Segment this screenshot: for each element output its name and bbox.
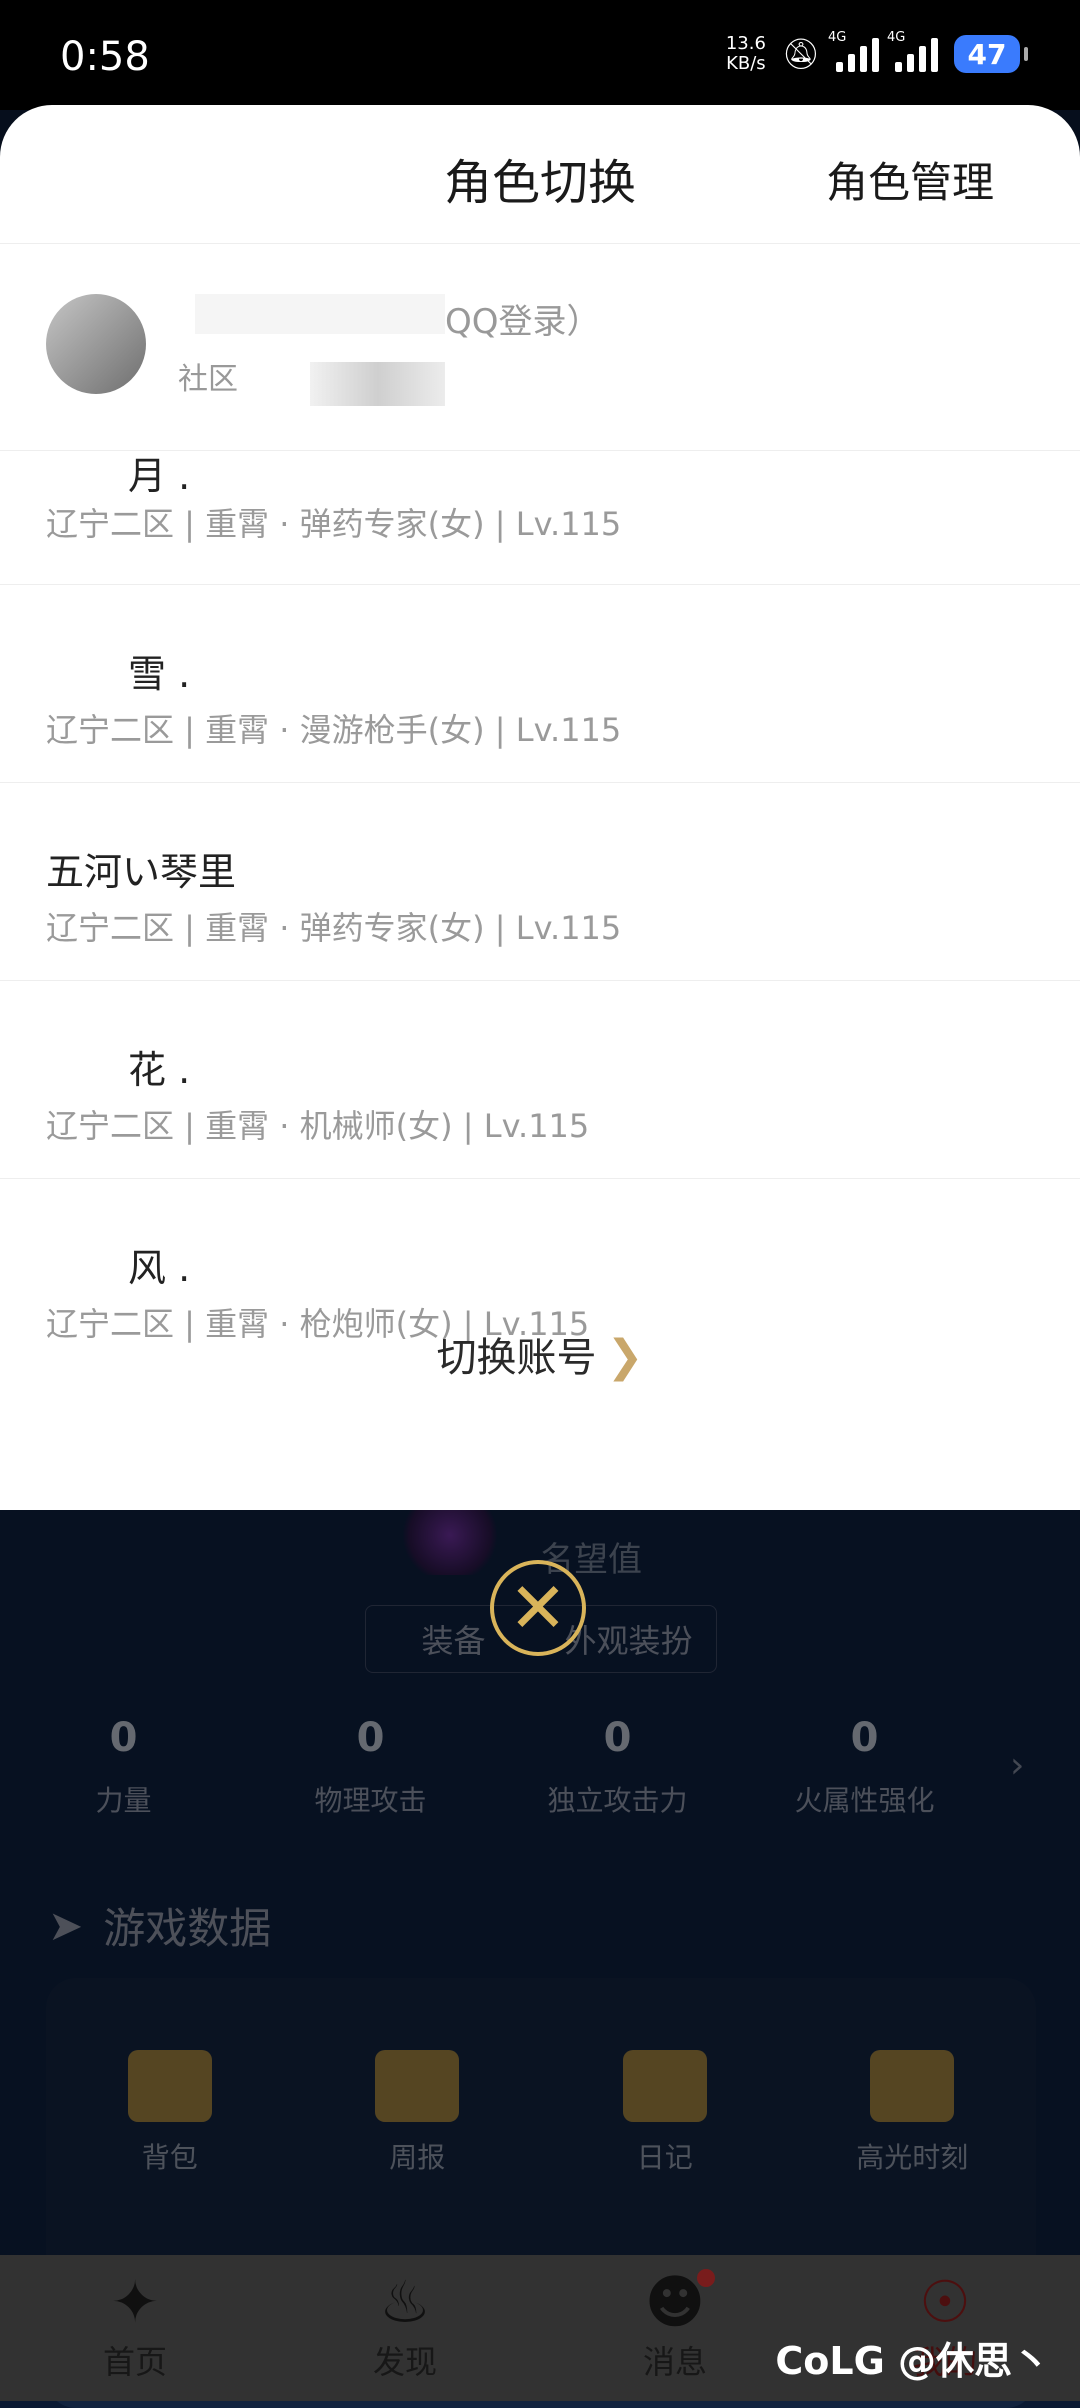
close-icon: ✕ <box>508 1567 568 1649</box>
watermark: CoLG @休思丶 <box>775 2339 1050 2383</box>
clock: 0:58 <box>60 34 150 80</box>
role-item[interactable]: 五河い琴里 辽宁二区 | 重霄 · 弹药专家(女) | Lv.115 <box>0 783 1080 981</box>
role-item[interactable]: 雪 . 辽宁二区 | 重霄 · 漫游枪手(女) | Lv.115 <box>0 585 1080 783</box>
account-sub: 社区 <box>178 362 238 397</box>
close-button[interactable]: ✕ <box>490 1560 586 1656</box>
signal-icon-2: 4G <box>887 30 938 72</box>
chevron-right-icon: ❯ <box>606 1331 644 1382</box>
role-switch-sheet: 角色切换 角色管理 QQ登录） 社区 月 . 辽宁二区 | 重霄 · 弹药专家(… <box>0 105 1080 1510</box>
signal-icon: 4G <box>828 30 879 72</box>
battery-icon: 47 <box>954 35 1028 73</box>
status-bar: 0:58 13.6 KB/s 🔕︎ 4G 4G 47 <box>0 0 1080 110</box>
role-list: 月 . 辽宁二区 | 重霄 · 弹药专家(女) | Lv.115 雪 . 辽宁二… <box>0 451 1080 1343</box>
status-icons: 13.6 KB/s 🔕︎ 4G 4G 47 <box>725 30 1028 74</box>
redacted-id <box>310 362 445 406</box>
redacted-name <box>195 294 445 334</box>
account-login-type: QQ登录） <box>445 302 601 342</box>
role-item[interactable]: 月 . 辽宁二区 | 重霄 · 弹药专家(女) | Lv.115 <box>0 451 1080 585</box>
role-item[interactable]: 风 . 辽宁二区 | 重霄 · 枪炮师(女) | Lv.115 <box>0 1179 1080 1343</box>
network-speed: 13.6 KB/s <box>725 33 766 74</box>
switch-account-button[interactable]: 切换账号 ❯ <box>0 1325 1080 1383</box>
avatar <box>46 294 146 394</box>
sheet-header: 角色切换 角色管理 <box>0 105 1080 244</box>
role-item[interactable]: 花 . 辽宁二区 | 重霄 · 机械师(女) | Lv.115 <box>0 981 1080 1179</box>
account-row[interactable]: QQ登录） 社区 <box>0 244 1080 451</box>
role-manage-button[interactable]: 角色管理 <box>826 149 994 210</box>
mute-icon: 🔕︎ <box>781 36 820 72</box>
